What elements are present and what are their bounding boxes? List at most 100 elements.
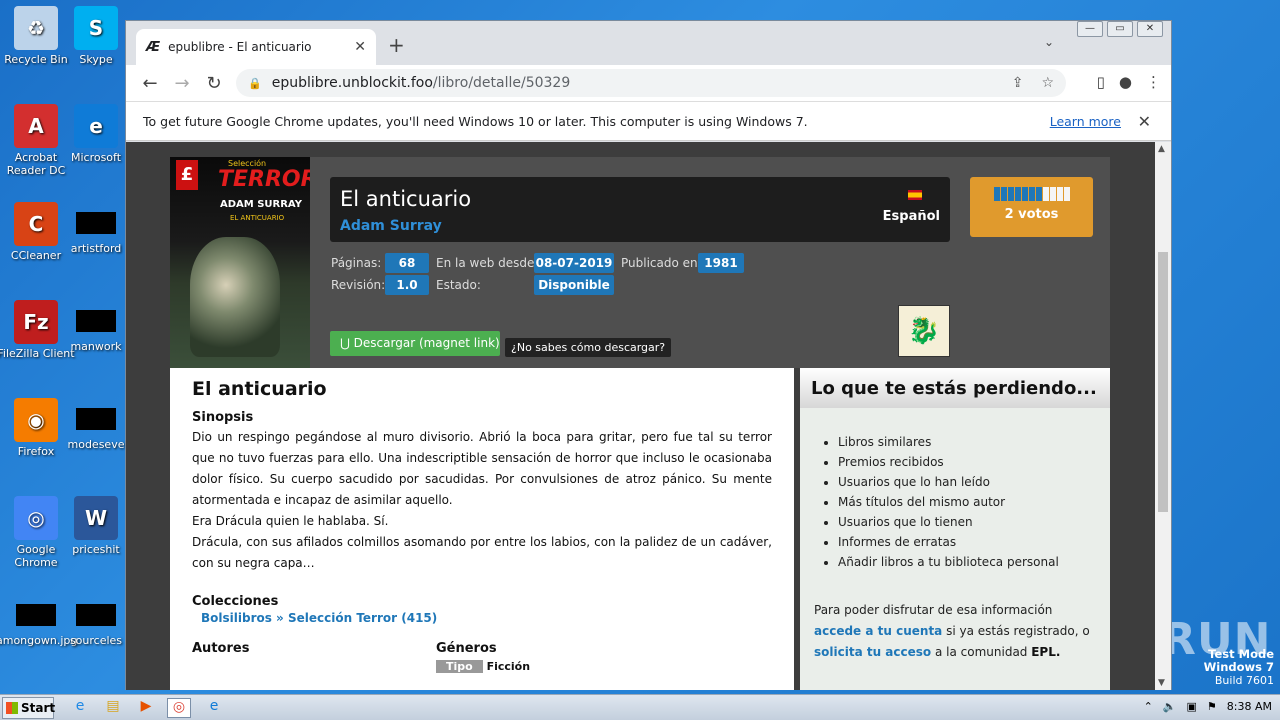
- profile-icon[interactable]: ●: [1119, 73, 1132, 91]
- tray-expand-icon[interactable]: ⌃: [1144, 700, 1153, 713]
- back-icon[interactable]: ←: [134, 73, 166, 94]
- synopsis-paragraph: Drácula, con sus afilados colmillos asom…: [192, 535, 772, 570]
- status-badge: Disponible: [534, 275, 614, 295]
- clock[interactable]: 8:38 AM: [1227, 700, 1272, 713]
- share-icon[interactable]: ⇪: [1012, 75, 1024, 91]
- desktop-icon-image: [16, 604, 56, 626]
- browser-tab[interactable]: Æ epublibre - El anticuario ✕: [136, 29, 376, 65]
- desktop-icon-image: S: [74, 6, 118, 50]
- list-item: Libros similares: [838, 432, 1110, 452]
- volume-icon[interactable]: 🔈: [1163, 700, 1177, 713]
- desktop-icon[interactable]: S Skype: [56, 6, 136, 66]
- desktop-icon[interactable]: modeseve: [56, 398, 136, 451]
- minimize-button[interactable]: —: [1077, 21, 1103, 37]
- side-panel-icon[interactable]: ▯: [1097, 73, 1105, 91]
- chrome-window: Æ epublibre - El anticuario ✕ + ⌄ — ▭ ✕ …: [125, 20, 1172, 690]
- reload-icon[interactable]: ↻: [198, 73, 230, 94]
- since-badge: 08-07-2019: [534, 253, 614, 273]
- wm-line3: Build 7601: [1214, 674, 1274, 687]
- missing-out-panel: Lo que te estás perdiendo... Libros simi…: [800, 368, 1110, 690]
- start-button[interactable]: Start: [2, 697, 55, 719]
- forward-icon[interactable]: →: [166, 73, 198, 94]
- collection-link[interactable]: Bolsilibros » Selección Terror (415): [201, 611, 772, 625]
- side-heading: Lo que te estás perdiendo...: [800, 368, 1110, 408]
- desktop-icon-image: W: [74, 496, 118, 540]
- desktop-icon[interactable]: e Microsoft: [56, 104, 136, 164]
- rating-segment: [1042, 187, 1049, 201]
- page-scrollbar[interactable]: ▲ ▼: [1155, 142, 1171, 690]
- desktop-icon-label: sourceles: [69, 634, 123, 647]
- menu-kebab-icon[interactable]: ⋮: [1146, 73, 1161, 91]
- book-language: Español: [882, 209, 940, 224]
- votes-count: 2 votos: [1004, 207, 1059, 222]
- close-window-button[interactable]: ✕: [1137, 21, 1163, 37]
- desktop-icon[interactable]: sourceles: [56, 594, 136, 647]
- book-header: £ Selección TERROR ADAM SURRAY EL ANTICU…: [170, 157, 1110, 368]
- prompt-text-1: Para poder disfrutar de esa información: [814, 603, 1053, 617]
- epl-text: EPL.: [1031, 645, 1061, 659]
- rating-bar: [970, 187, 1093, 201]
- ie-taskbar-icon[interactable]: e: [68, 698, 92, 718]
- request-access-link[interactable]: solicita tu acceso: [814, 645, 931, 659]
- rating-box[interactable]: 2 votos: [970, 177, 1093, 237]
- spain-flag-icon: [908, 190, 922, 200]
- genre-value[interactable]: Ficción: [487, 660, 530, 673]
- desktop-icon[interactable]: artistford: [56, 202, 136, 255]
- close-infobar-icon[interactable]: ✕: [1138, 112, 1151, 131]
- desktop-icon-label: priceshit: [72, 543, 120, 556]
- rating-segment: [1021, 187, 1028, 201]
- media-player-taskbar-icon[interactable]: ▶: [134, 698, 158, 718]
- desktop-icon-image: C: [14, 202, 58, 246]
- book-cover[interactable]: £ Selección TERROR ADAM SURRAY EL ANTICU…: [170, 157, 310, 368]
- page-content: £ Selección TERROR ADAM SURRAY EL ANTICU…: [126, 142, 1156, 690]
- feature-list: Libros similares Premios recibidos Usuar…: [838, 432, 1110, 572]
- lock-icon[interactable]: 🔒: [248, 77, 262, 90]
- rating-segment: [1000, 187, 1007, 201]
- scroll-thumb[interactable]: [1158, 252, 1168, 512]
- collections-heading: Colecciones: [192, 594, 279, 609]
- desktop-icon[interactable]: Wpriceshit: [56, 496, 136, 556]
- pages-badge: 68: [385, 253, 429, 273]
- rating-segment: [1056, 187, 1063, 201]
- book-author-link[interactable]: Adam Surray: [340, 218, 442, 234]
- tab-search-icon[interactable]: ⌄: [1044, 35, 1054, 49]
- login-link[interactable]: accede a tu cuenta: [814, 624, 942, 638]
- prompt-text-2: si ya estás registrado, o: [942, 624, 1090, 638]
- bookmark-star-icon[interactable]: ☆: [1041, 75, 1054, 91]
- url-path: /libro/detalle/50329: [432, 75, 571, 91]
- desktop-icon-label: Microsoft: [70, 151, 122, 164]
- rating-segment: [1063, 187, 1070, 201]
- test-mode-watermark: Test Mode Windows 7 Build 7601: [1204, 647, 1274, 688]
- list-item: Añadir libros a tu biblioteca personal: [838, 552, 1110, 572]
- publisher-logo-icon: £: [176, 160, 198, 190]
- learn-more-link[interactable]: Learn more: [1050, 114, 1121, 129]
- rating-segment: [993, 187, 1000, 201]
- list-item: Usuarios que lo tienen: [838, 512, 1110, 532]
- scroll-down-icon[interactable]: ▼: [1158, 678, 1165, 688]
- download-magnet-button[interactable]: ⋃ Descargar (magnet link): [330, 331, 500, 356]
- desktop-icon-label: Skype: [79, 53, 113, 66]
- desktop-icon[interactable]: manwork: [56, 300, 136, 353]
- chrome-taskbar-icon[interactable]: ◎: [167, 698, 191, 718]
- desktop-icon-image: [76, 212, 116, 234]
- synopsis-heading: Sinopsis: [192, 410, 254, 425]
- wm-line1: Test Mode: [1208, 647, 1274, 661]
- list-item: Más títulos del mismo autor: [838, 492, 1110, 512]
- desktop-icon-label: manwork: [70, 340, 122, 353]
- explorer-taskbar-icon[interactable]: ▤: [101, 698, 125, 718]
- edge-taskbar-icon[interactable]: e: [202, 698, 226, 718]
- rating-segment: [1007, 187, 1014, 201]
- how-to-download-button[interactable]: ¿No sabes cómo descargar?: [505, 338, 672, 357]
- title-box: El anticuario Adam Surray Español: [330, 177, 950, 242]
- address-bar[interactable]: 🔒 epublibre.unblockit.foo/libro/detalle/…: [236, 69, 1066, 97]
- scroll-up-icon[interactable]: ▲: [1158, 144, 1165, 154]
- desktop-icon-label: artistford: [70, 242, 122, 255]
- rating-segment: [1049, 187, 1056, 201]
- synopsis-paragraph: Era Drácula quien le hablaba. Sí.: [192, 514, 389, 528]
- maximize-button[interactable]: ▭: [1107, 21, 1133, 37]
- action-flag-icon[interactable]: ⚑: [1207, 700, 1217, 713]
- since-label: En la web desde:: [436, 256, 539, 270]
- network-icon[interactable]: ▣: [1187, 700, 1197, 713]
- new-tab-icon[interactable]: +: [388, 33, 405, 57]
- close-tab-icon[interactable]: ✕: [354, 39, 366, 55]
